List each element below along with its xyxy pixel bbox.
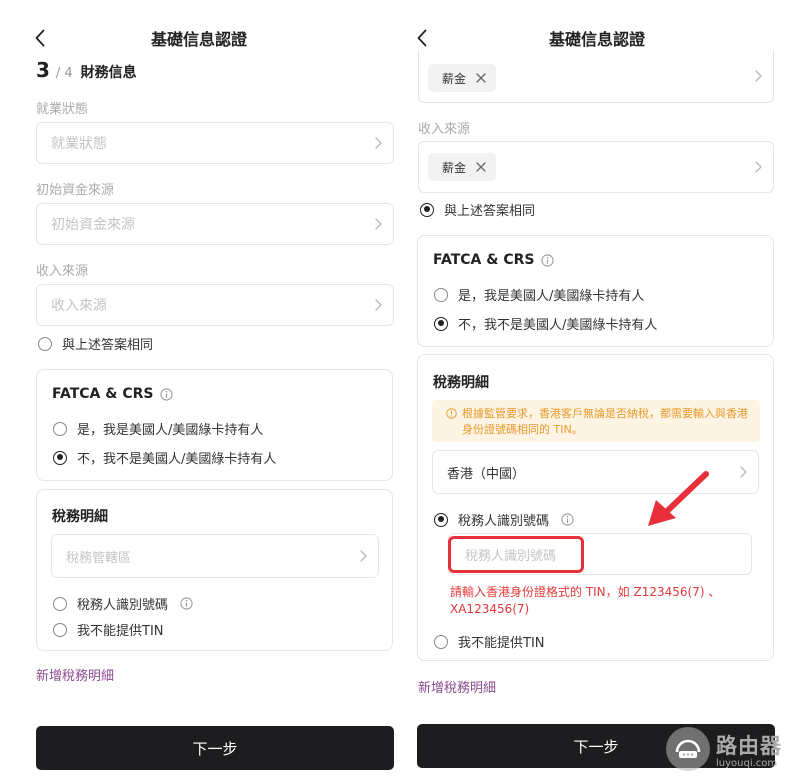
info-icon[interactable]: [180, 597, 193, 610]
fatca-yes-radio[interactable]: 是，我是美國人/美國綠卡持有人: [434, 285, 644, 304]
tax-card: 稅務明細 根據監管要求，香港客戶無論是否納稅，都需要輸入與香港身份證號碼相同的 …: [417, 354, 774, 661]
same-as-above-radio[interactable]: 與上述答案相同: [420, 200, 535, 219]
fatca-no-radio[interactable]: 不，我不是美國人/美國綠卡持有人: [434, 314, 657, 333]
fatca-title-row: FATCA & CRS: [52, 386, 174, 402]
fatca-no-radio[interactable]: 不，我不是美國人/美國綠卡持有人: [53, 448, 276, 467]
radio-unchecked: [38, 336, 52, 351]
fatca-yes-radio[interactable]: 是，我是美國人/美國綠卡持有人: [53, 419, 263, 438]
tax-card: 稅務明細 稅務管轄區 稅務人識別號碼 我不能提供TIN: [36, 489, 393, 651]
add-tax-detail-link[interactable]: 新增稅務明細: [418, 677, 496, 696]
tax-notice: 根據監管要求，香港客戶無論是否納稅，都需要輸入與香港身份證號碼相同的 TIN。: [432, 400, 760, 442]
employment-select[interactable]: 就業狀態: [36, 122, 394, 164]
close-icon[interactable]: [476, 162, 486, 172]
same-as-above-label: 與上述答案相同: [62, 338, 154, 353]
warning-icon: [446, 408, 457, 419]
fatca-title: FATCA & CRS: [52, 386, 154, 402]
fatca-card: FATCA & CRS 是，我是美國人/美國綠卡持有人 不，我不是美國人/美國綠…: [417, 235, 774, 347]
income-select[interactable]: 收入來源: [36, 284, 394, 326]
annotation-highlight-box: [448, 536, 584, 573]
tax-title: 稅務明細: [433, 375, 489, 391]
right-screen: 基礎信息認證 薪金 收入來源 薪金 與上述答案相同 FATCA & CRS 是，…: [398, 0, 796, 783]
annotation-arrow-icon: [648, 471, 709, 526]
router-logo-icon: [666, 727, 710, 771]
tax-title: 稅務明細: [52, 509, 108, 525]
tag-label: 薪金: [442, 160, 467, 175]
info-icon[interactable]: [561, 513, 574, 526]
step-total: 4: [64, 66, 73, 81]
no-tin-radio[interactable]: 我不能提供TIN: [434, 632, 545, 651]
chevron-right-icon: [755, 70, 762, 82]
watermark-text: 路由器 luyouqi.com: [716, 730, 782, 769]
selected-tag: 薪金: [428, 64, 497, 92]
same-as-above-radio[interactable]: 與上述答案相同: [38, 334, 153, 353]
page-header: 基礎信息認證: [0, 22, 398, 54]
page-title: 基礎信息認證: [548, 30, 645, 49]
radio-unchecked: [53, 596, 67, 611]
income-label: 收入來源: [418, 122, 471, 137]
initial-funds-placeholder: 初始資金來源: [51, 217, 135, 233]
income-placeholder: 收入來源: [51, 298, 107, 314]
page-title: 基礎信息認證: [150, 30, 247, 49]
tax-jurisdiction-select[interactable]: 稅務管轄區: [51, 534, 379, 578]
add-tax-detail-link[interactable]: 新增稅務明細: [36, 665, 114, 684]
step-title: 財務信息: [80, 65, 137, 81]
no-tin-label: 我不能提供TIN: [77, 624, 164, 639]
radio-unchecked: [53, 421, 67, 436]
chevron-right-icon: [360, 550, 367, 562]
tin-radio[interactable]: 稅務人識別號碼: [434, 510, 574, 529]
radio-unchecked: [434, 634, 448, 649]
initial-funds-label: 初始資金來源: [36, 183, 115, 198]
fatca-title: FATCA & CRS: [433, 252, 535, 268]
step-separator: /: [55, 66, 61, 81]
chevron-right-icon: [375, 137, 382, 149]
fatca-yes-label: 是，我是美國人/美國綠卡持有人: [77, 423, 264, 438]
watermark-subtitle: luyouqi.com: [716, 757, 778, 769]
fatca-no-label: 不，我不是美國人/美國綠卡持有人: [458, 318, 658, 333]
step-current: 3: [36, 58, 50, 82]
fatca-card: FATCA & CRS 是，我是美國人/美國綠卡持有人 不，我不是美國人/美國綠…: [36, 369, 393, 481]
left-screen: 基礎信息認證 3 / 4 財務信息 就業狀態 就業狀態 初始資金來源 初始資金來…: [0, 0, 398, 783]
employment-label: 就業狀態: [36, 102, 89, 117]
income-label: 收入來源: [36, 264, 89, 279]
close-icon[interactable]: [476, 73, 486, 83]
fatca-yes-label: 是，我是美國人/美國綠卡持有人: [458, 289, 645, 304]
chevron-right-icon: [755, 161, 762, 173]
step-indicator: 3 / 4 財務信息: [36, 58, 137, 82]
fatca-no-label: 不，我不是美國人/美國綠卡持有人: [77, 452, 277, 467]
tin-label: 稅務人識別號碼: [77, 598, 169, 613]
radio-checked: [53, 450, 67, 465]
radio-unchecked: [434, 287, 448, 302]
chevron-right-icon: [375, 299, 382, 311]
tin-radio[interactable]: 稅務人識別號碼: [53, 594, 193, 613]
tin-error-message: 請輸入香港身份證格式的 TIN，如 Z123456(7) 、XA123456(7…: [450, 585, 721, 616]
info-icon[interactable]: [160, 387, 174, 401]
info-icon[interactable]: [541, 253, 555, 267]
tax-jurisdiction-value: 香港（中國）: [447, 466, 526, 482]
radio-checked: [434, 316, 448, 331]
radio-checked: [420, 202, 434, 217]
tin-label: 稅務人識別號碼: [458, 514, 550, 529]
watermark-title: 路由器: [716, 733, 782, 758]
fatca-title-row: FATCA & CRS: [433, 252, 555, 268]
radio-checked: [434, 512, 448, 527]
no-tin-radio[interactable]: 我不能提供TIN: [53, 620, 164, 639]
next-button[interactable]: 下一步: [36, 726, 394, 770]
selected-tag: 薪金: [428, 153, 497, 181]
initial-funds-select[interactable]: 初始資金來源: [36, 203, 394, 245]
tax-notice-text: 根據監管要求，香港客戶無論是否納稅，都需要輸入與香港身份證號碼相同的 TIN。: [462, 407, 748, 436]
watermark: 路由器 luyouqi.com: [666, 727, 782, 771]
radio-unchecked: [53, 622, 67, 637]
employment-placeholder: 就業狀態: [51, 136, 107, 152]
tag-label: 薪金: [442, 71, 467, 86]
chevron-right-icon: [375, 218, 382, 230]
no-tin-label: 我不能提供TIN: [458, 636, 545, 651]
same-as-above-label: 與上述答案相同: [444, 204, 536, 219]
tax-jurisdiction-placeholder: 稅務管轄區: [66, 550, 132, 566]
chevron-right-icon: [740, 466, 747, 478]
